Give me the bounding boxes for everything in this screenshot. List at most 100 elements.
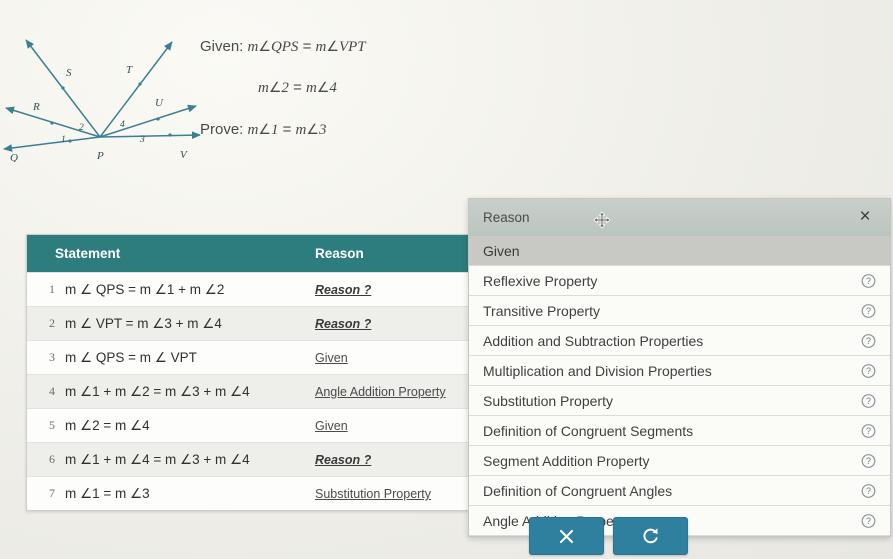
geometry-diagram: Q P V R S T U 1 2 3 4 [0, 22, 215, 162]
reason-value-link[interactable]: Given [315, 419, 348, 433]
given1-m2: m [315, 39, 327, 55]
reset-button[interactable] [613, 517, 688, 555]
point-label-V: V [180, 149, 188, 161]
svg-text:?: ? [866, 366, 871, 376]
prove-angle-icon-1: ∠ [258, 122, 271, 138]
row-number: 1 [49, 282, 55, 296]
table-row: 5 m ∠2 = m ∠4 Given [27, 408, 475, 442]
angle-label-4: 4 [120, 120, 125, 130]
point-label-Q: Q [10, 152, 18, 162]
reason-option-label: Transitive Property [483, 302, 600, 319]
reason-value-link[interactable]: Given [315, 351, 348, 365]
tick-dot-R [50, 121, 54, 125]
reason-placeholder-link[interactable]: Reason ? [315, 453, 371, 467]
given1-angle-icon-2: ∠ [326, 39, 339, 55]
statement-cell: m ∠1 = m ∠3 [65, 485, 150, 501]
reason-placeholder-link[interactable]: Reason ? [315, 283, 371, 297]
point-label-P: P [96, 150, 104, 162]
table-row: 1 m ∠ QPS = m ∠1 + m ∠2 Reason ? [27, 272, 475, 306]
reason-value-link[interactable]: Substitution Property [315, 487, 431, 501]
help-question-icon[interactable]: ? [861, 453, 876, 468]
given-label: Given: [200, 38, 244, 55]
prove-line: Prove: m∠1 = m∠3 [200, 121, 490, 139]
help-question-icon[interactable]: ? [861, 393, 876, 408]
reason-option-item[interactable]: Addition and Subtraction Properties? [469, 326, 890, 356]
reason-option-label: Definition of Congruent Angles [483, 482, 673, 499]
move-cursor-icon [593, 211, 611, 229]
given2-m1: m [258, 80, 269, 96]
given1-arg1: QPS [270, 39, 299, 55]
given1-m1: m [247, 39, 259, 55]
reason-option-item[interactable]: Definition of Congruent Segments? [469, 416, 890, 446]
tick-dot-S [61, 86, 65, 90]
help-question-icon[interactable]: ? [861, 303, 876, 318]
reason-value-link[interactable]: Angle Addition Property [315, 385, 446, 399]
reason-option-item[interactable]: Transitive Property? [469, 296, 890, 326]
given2-angle-icon-2: ∠ [316, 80, 330, 96]
reason-option-item[interactable]: Definition of Congruent Angles? [469, 476, 890, 506]
help-question-icon[interactable]: ? [861, 363, 876, 378]
close-icon[interactable]: × [852, 203, 878, 229]
prove-arg2: 3 [318, 122, 327, 138]
prove-m1: m [247, 122, 259, 138]
close-x-icon [557, 527, 576, 546]
proof-table-body: 1 m ∠ QPS = m ∠1 + m ∠2 Reason ? 2 m ∠ VPT =… [27, 272, 475, 510]
table-row: 2 m ∠ VPT = m ∠3 + m ∠4 Reason ? [27, 306, 475, 340]
help-question-icon[interactable]: ? [861, 483, 876, 498]
reason-panel-titlebar[interactable]: Reason × [469, 199, 890, 236]
reason-cell: Reason ? [311, 316, 475, 331]
table-row: 4 m ∠1 + m ∠2 = m ∠3 + m ∠4 Angle Addition… [27, 374, 475, 408]
given2-arg1: 2 [281, 80, 289, 96]
svg-text:?: ? [866, 486, 871, 496]
help-question-icon[interactable]: ? [861, 513, 876, 528]
statement-cell: m ∠1 + m ∠2 = m ∠3 + m ∠4 [65, 383, 250, 399]
svg-text:?: ? [866, 516, 871, 526]
tick-dot-T [138, 82, 142, 86]
row-number: 2 [49, 316, 55, 330]
angle-label-3: 3 [139, 135, 145, 145]
reason-option-item[interactable]: Substitution Property? [469, 386, 890, 416]
statement-cell: m ∠ QPS = m ∠1 + m ∠2 [65, 281, 225, 297]
diagram-svg: Q P V R S T U 1 2 3 4 [3, 39, 201, 162]
reason-option-label: Definition of Congruent Segments [483, 422, 694, 439]
given1-equals: = [302, 38, 312, 55]
point-label-S: S [66, 67, 72, 79]
statement-cell: m ∠1 + m ∠4 = m ∠3 + m ∠4 [65, 451, 250, 467]
reason-option-list: Given Reflexive Property? Transitive Prope… [469, 236, 890, 536]
tick-dot-Q [68, 139, 72, 143]
statement-cell: m ∠2 = m ∠4 [65, 417, 150, 433]
reason-placeholder-link[interactable]: Reason ? [315, 317, 371, 331]
row-number: 3 [49, 350, 55, 364]
svg-text:?: ? [866, 426, 871, 436]
svg-text:?: ? [866, 276, 871, 286]
given2-arg2: 4 [329, 80, 337, 96]
angle-label-1: 1 [61, 135, 66, 145]
reason-option-item[interactable]: Reflexive Property? [469, 266, 890, 296]
ray-PT [99, 41, 173, 138]
help-question-icon[interactable]: ? [861, 333, 876, 348]
reason-option-item[interactable]: Given [469, 236, 890, 266]
given1-arg2: VPT [338, 39, 366, 55]
point-label-R: R [32, 101, 40, 113]
reason-dropdown-panel: Reason × Given Reflexive Property? Transit… [468, 198, 891, 537]
given1-angle-icon-1: ∠ [258, 39, 271, 55]
prove-angle-icon-2: ∠ [306, 122, 319, 138]
help-question-icon[interactable]: ? [861, 273, 876, 288]
cancel-button[interactable] [529, 517, 604, 555]
table-row: 7 m ∠1 = m ∠3 Substitution Property [27, 476, 475, 510]
given-line-1: Given: m∠QPS = m∠VPT [200, 38, 490, 56]
help-question-icon[interactable]: ? [861, 423, 876, 438]
reason-option-item[interactable]: Segment Addition Property? [469, 446, 890, 476]
svg-text:?: ? [866, 456, 871, 466]
svg-text:?: ? [866, 396, 871, 406]
prove-label: Prove: [200, 121, 244, 138]
reason-cell: Reason ? [311, 282, 475, 297]
point-label-T: T [126, 64, 133, 76]
reason-cell: Given [311, 350, 475, 365]
row-number: 6 [49, 452, 55, 466]
tick-dot-V [168, 133, 172, 137]
given2-m2: m [306, 80, 317, 96]
reason-option-item[interactable]: Multiplication and Division Properties? [469, 356, 890, 386]
reason-option-label: Multiplication and Division Properties [483, 362, 712, 379]
reason-option-label: Segment Addition Property [483, 452, 650, 469]
